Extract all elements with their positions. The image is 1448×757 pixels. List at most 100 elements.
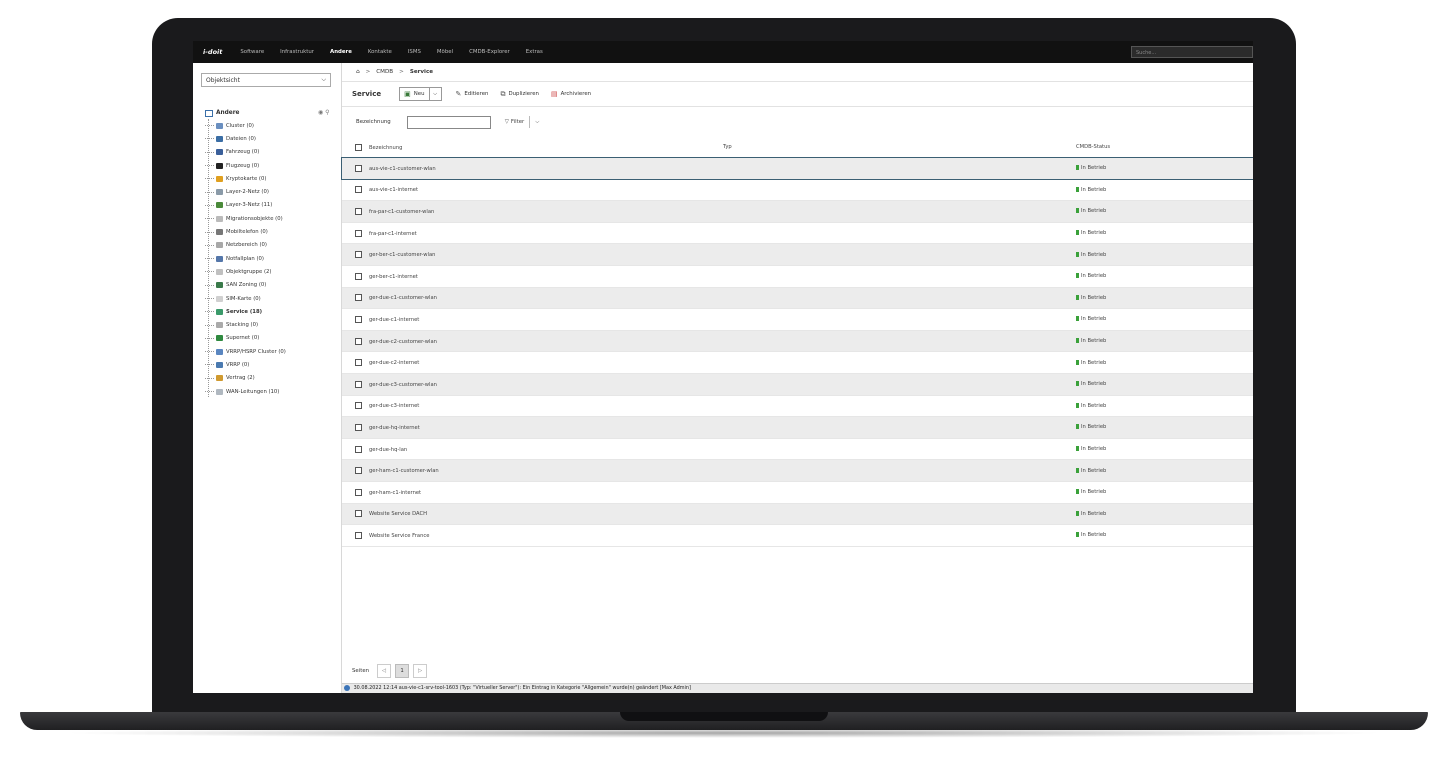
table-row[interactable]: ger-due-c1-internet In Betrieb (342, 308, 1253, 331)
search-input[interactable]: Suche... (1131, 46, 1253, 58)
table-row[interactable]: ger-due-c2-customer-wlan In Betrieb (342, 330, 1253, 353)
archive-button[interactable]: ▤ Archivieren (551, 90, 591, 98)
row-checkbox[interactable] (355, 402, 362, 410)
tree-item[interactable]: Cluster (0) (205, 119, 341, 132)
tree-item[interactable]: SIM-Karte (0) (205, 292, 341, 305)
table-row[interactable]: Website Service DACH In Betrieb (342, 503, 1253, 526)
nav-item-infrastruktur[interactable]: Infrastruktur (272, 49, 322, 55)
select-all-checkbox[interactable] (355, 143, 362, 151)
breadcrumb-item-cmdb[interactable]: CMDB (376, 69, 393, 75)
table-row[interactable]: ger-ham-c1-internet In Betrieb (342, 481, 1253, 504)
row-checkbox[interactable] (355, 272, 362, 280)
column-header-typ[interactable]: Typ (722, 137, 1075, 158)
cell-bezeichnung[interactable]: fra-par-c1-internet (342, 222, 722, 245)
cell-bezeichnung[interactable]: ger-due-c1-customer-wlan (342, 287, 722, 310)
cell-bezeichnung[interactable]: ger-due-hq-internet (342, 416, 722, 439)
cell-bezeichnung[interactable]: ger-ber-c1-internet (342, 265, 722, 288)
filter-input[interactable] (406, 115, 491, 129)
cell-bezeichnung[interactable]: ger-ham-c1-internet (342, 481, 722, 504)
tree-item[interactable]: VRRP (0) (205, 358, 341, 371)
tree-item[interactable]: Stacking (0) (205, 318, 341, 331)
row-checkbox[interactable] (355, 207, 362, 215)
nav-item-andere[interactable]: Andere (322, 49, 360, 55)
cell-bezeichnung[interactable]: ger-due-c2-internet (342, 351, 722, 374)
table-row[interactable]: fra-par-c1-internet In Betrieb (342, 222, 1253, 245)
cell-bezeichnung[interactable]: Website Service DACH (342, 503, 722, 526)
tree-item[interactable]: Service (18) (205, 305, 341, 318)
new-button[interactable]: ▣ Neu (399, 87, 430, 101)
nav-item-m-bel[interactable]: Möbel (429, 49, 461, 55)
table-row[interactable]: ger-ham-c1-customer-wlan In Betrieb (342, 459, 1253, 482)
home-icon[interactable]: ⌂ (356, 69, 360, 75)
tree-item[interactable]: Layer-3-Netz (11) (205, 199, 341, 212)
cell-bezeichnung[interactable]: ger-due-c2-customer-wlan (342, 330, 722, 353)
tree-item[interactable]: Layer-2-Netz (0) (205, 185, 341, 198)
app-logo[interactable]: i-doit (193, 48, 232, 56)
cell-bezeichnung[interactable]: aus-vie-c1-customer-wlan (342, 157, 722, 180)
tree-item[interactable]: Netzbereich (0) (205, 239, 341, 252)
table-row[interactable]: Website Service France In Betrieb (342, 524, 1253, 547)
filter-button[interactable]: ▽ Filter ⌵ (505, 116, 539, 128)
table-row[interactable]: ger-due-hq-lan In Betrieb (342, 438, 1253, 461)
table-row[interactable]: aus-vie-c1-internet In Betrieb (342, 179, 1253, 202)
duplicate-button[interactable]: ⧉ Duplizieren (500, 90, 538, 99)
row-checkbox[interactable] (355, 445, 362, 453)
search-icon[interactable]: ⚲ (325, 109, 329, 116)
row-checkbox[interactable] (355, 359, 362, 367)
tree-item[interactable]: Fahrzeug (0) (205, 146, 341, 159)
row-checkbox[interactable] (355, 294, 362, 302)
nav-item-cmdb-explorer[interactable]: CMDB-Explorer (461, 49, 518, 55)
table-row[interactable]: ger-ber-c1-internet In Betrieb (342, 265, 1253, 288)
view-select[interactable]: Objektsicht ⌵ (201, 73, 331, 87)
tree-item[interactable]: WAN-Leitungen (10) (205, 385, 341, 398)
next-page-button[interactable]: ▷ (413, 664, 428, 678)
table-row[interactable]: ger-due-hq-internet In Betrieb (342, 416, 1253, 439)
table-row[interactable]: ger-due-c3-customer-wlan In Betrieb (342, 373, 1253, 396)
row-checkbox[interactable] (355, 251, 362, 259)
cell-bezeichnung[interactable]: ger-due-c1-internet (342, 308, 722, 331)
tree-item[interactable]: Flugzeug (0) (205, 159, 341, 172)
row-checkbox[interactable] (355, 315, 362, 323)
row-checkbox[interactable] (355, 380, 362, 388)
column-header-bezeichnung[interactable]: Bezeichnung (342, 137, 722, 158)
cell-bezeichnung[interactable]: fra-par-c1-customer-wlan (342, 200, 722, 223)
tree-item[interactable]: Kryptokarte (0) (205, 172, 341, 185)
row-checkbox[interactable] (355, 337, 362, 345)
nav-item-kontakte[interactable]: Kontakte (360, 49, 400, 55)
cell-bezeichnung[interactable]: ger-ber-c1-customer-wlan (342, 243, 722, 266)
row-checkbox[interactable] (355, 164, 362, 172)
cell-bezeichnung[interactable]: ger-due-hq-lan (342, 438, 722, 461)
row-checkbox[interactable] (355, 423, 362, 431)
table-row[interactable]: ger-ber-c1-customer-wlan In Betrieb (342, 243, 1253, 266)
page-button-current[interactable]: 1 (395, 664, 410, 678)
row-checkbox[interactable] (355, 488, 362, 496)
cell-bezeichnung[interactable]: aus-vie-c1-internet (342, 179, 722, 202)
row-checkbox[interactable] (355, 229, 362, 237)
row-checkbox[interactable] (355, 531, 362, 539)
cell-bezeichnung[interactable]: ger-ham-c1-customer-wlan (342, 459, 722, 482)
nav-item-extras[interactable]: Extras (518, 49, 551, 55)
tree-item[interactable]: Supernet (0) (205, 332, 341, 345)
tree-item[interactable]: Vertrag (2) (205, 372, 341, 385)
nav-item-isms[interactable]: ISMS (400, 49, 429, 55)
table-row[interactable]: ger-due-c1-customer-wlan In Betrieb (342, 287, 1253, 310)
tree-item[interactable]: Objektgruppe (2) (205, 265, 341, 278)
tree-item[interactable]: Mobiltelefon (0) (205, 225, 341, 238)
chevron-down-icon[interactable]: ⌵ (535, 119, 539, 126)
table-row[interactable]: ger-due-c3-internet In Betrieb (342, 395, 1253, 418)
row-checkbox[interactable] (355, 467, 362, 475)
nav-item-software[interactable]: Software (232, 49, 272, 55)
edit-button[interactable]: ✎ Editieren (456, 90, 489, 98)
cell-bezeichnung[interactable]: Website Service France (342, 524, 722, 547)
row-checkbox[interactable] (355, 510, 362, 518)
row-checkbox[interactable] (355, 186, 362, 194)
new-dropdown-button[interactable]: ⌵ (429, 87, 442, 101)
table-row[interactable]: aus-vie-c1-customer-wlan In Betrieb (341, 156, 1253, 181)
prev-page-button[interactable]: ◁ (377, 664, 392, 678)
table-row[interactable]: fra-par-c1-customer-wlan In Betrieb (342, 200, 1253, 223)
table-row[interactable]: ger-due-c2-internet In Betrieb (342, 351, 1253, 374)
tree-item[interactable]: Dateien (0) (205, 132, 341, 145)
column-header-cmdb-status[interactable]: CMDB-Status (1075, 137, 1253, 158)
tree-item[interactable]: SAN Zoning (0) (205, 279, 341, 292)
eye-icon[interactable]: ◉ (318, 109, 323, 116)
